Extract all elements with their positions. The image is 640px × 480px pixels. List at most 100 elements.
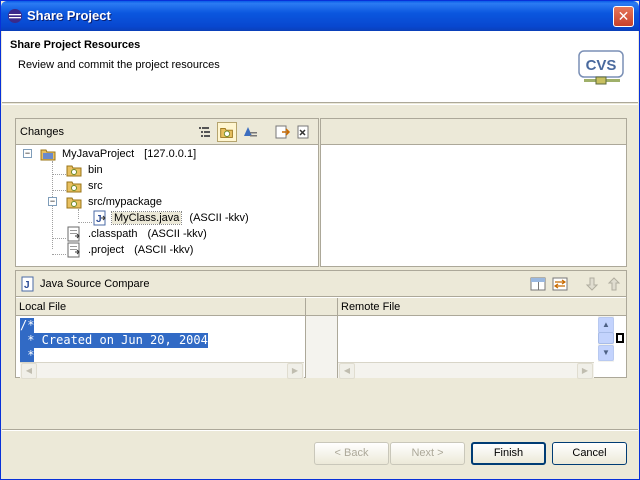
page-title: Share Project Resources xyxy=(10,39,141,51)
tree-item-classpath[interactable]: .classpath (ASCII -kkv) xyxy=(66,226,209,242)
project-folder-icon xyxy=(40,149,56,161)
folder-icon xyxy=(66,197,82,209)
header-separator xyxy=(2,104,638,105)
java-source-compare-panel: J Java Source Compare Local File Remote … xyxy=(15,270,627,379)
tree-mode-button[interactable] xyxy=(194,122,214,142)
scroll-up-button[interactable]: ▲ xyxy=(598,317,614,333)
vertical-scrollbar[interactable]: ▲ ▼ xyxy=(598,316,614,362)
collapse-all-button[interactable] xyxy=(294,122,314,142)
scroll-thumb[interactable] xyxy=(598,332,614,344)
changes-label: Changes xyxy=(20,126,65,138)
previous-difference-button[interactable] xyxy=(604,274,624,294)
tree-item-myclass-java[interactable]: J MyClass.java (ASCII -kkv) xyxy=(92,210,251,226)
expand-icon xyxy=(275,125,291,139)
compare-column-headers: Local File Remote File xyxy=(16,298,626,316)
footer-separator xyxy=(2,430,638,431)
file-icon xyxy=(67,242,80,258)
tree-line xyxy=(52,254,66,255)
scroll-down-button[interactable]: ▼ xyxy=(598,345,614,361)
compare-label: Java Source Compare xyxy=(40,278,150,290)
compare-gutter xyxy=(305,316,338,378)
back-button[interactable]: < Back xyxy=(314,442,389,465)
page-description: Review and commit the project resources xyxy=(18,59,220,71)
arrow-down-icon xyxy=(585,277,599,291)
tree-item-extra: (ASCII -kkv) xyxy=(134,244,194,256)
collapse-toggle[interactable]: − xyxy=(23,149,32,158)
sort-icon xyxy=(244,127,257,137)
title-bar[interactable]: Share Project ✕ xyxy=(1,1,639,31)
remote-horizontal-scrollbar[interactable]: ◀ ▶ xyxy=(338,362,594,379)
tree-line xyxy=(52,238,66,239)
eclipse-icon xyxy=(8,9,22,23)
expand-all-button[interactable] xyxy=(272,122,292,142)
column-divider xyxy=(305,298,306,316)
scroll-left-button[interactable]: ◀ xyxy=(21,363,37,379)
cvs-logo-icon: CVS xyxy=(578,50,624,85)
local-file-header: Local File xyxy=(19,301,67,313)
tree-item-bin[interactable]: bin xyxy=(66,162,105,178)
folder-icon xyxy=(66,165,82,177)
close-icon: ✕ xyxy=(617,8,630,24)
tree-line xyxy=(78,209,79,219)
changes-panel: Changes − − MyJavaProject [127.0.0.1] bi… xyxy=(15,118,319,267)
compressed-folder-icon xyxy=(220,127,233,138)
tree-item-extra: (ASCII -kkv) xyxy=(147,228,207,240)
share-project-dialog: Share Project ✕ Share Project Resources … xyxy=(0,0,640,480)
changes-toolbar: Changes xyxy=(16,119,318,145)
next-button[interactable]: Next > xyxy=(390,442,465,465)
tree-item-src[interactable]: src xyxy=(66,178,105,194)
wizard-header: Share Project Resources Review and commi… xyxy=(2,31,638,103)
remote-file-header: Remote File xyxy=(341,301,401,313)
next-difference-button[interactable] xyxy=(582,274,602,294)
tree-item-extra: [127.0.0.1] xyxy=(144,148,197,160)
cancel-button[interactable]: Cancel xyxy=(552,442,627,465)
scroll-right-button[interactable]: ▶ xyxy=(577,363,593,379)
folder-icon xyxy=(66,181,82,193)
file-icon xyxy=(67,226,80,242)
tree-line xyxy=(52,190,66,191)
details-panel xyxy=(320,118,627,267)
finish-button[interactable]: Finish xyxy=(471,442,546,465)
svg-text:J: J xyxy=(96,214,102,225)
show-ancestor-button[interactable] xyxy=(528,274,548,294)
tree-item-extra: (ASCII -kkv) xyxy=(189,212,249,224)
tree-item-src-mypackage[interactable]: src/mypackage xyxy=(66,194,164,210)
compare-toolbar: J Java Source Compare xyxy=(16,271,626,297)
tree-line xyxy=(78,222,92,223)
java-file-icon: J xyxy=(93,210,106,226)
copy-all-button[interactable] xyxy=(550,274,570,294)
scroll-left-button[interactable]: ◀ xyxy=(339,363,355,379)
tree-item-label: MyClass.java xyxy=(110,211,183,225)
collapse-toggle[interactable]: − xyxy=(48,197,57,206)
local-horizontal-scrollbar[interactable]: ◀ ▶ xyxy=(20,362,304,379)
arrow-up-icon xyxy=(607,277,621,291)
tree-item-label: .project xyxy=(88,244,125,256)
ancestor-pane-icon xyxy=(530,277,546,291)
tree-item-project[interactable]: MyJavaProject [127.0.0.1] xyxy=(40,146,198,162)
tree-item-label: bin xyxy=(88,164,103,176)
tree-item-label: src/mypackage xyxy=(88,196,162,208)
tree-item-label: .classpath xyxy=(88,228,138,240)
tree-item-label: src xyxy=(88,180,103,192)
collapse-icon xyxy=(297,125,309,139)
cvs-logo-text: CVS xyxy=(586,57,617,74)
tree-item-project-file[interactable]: .project (ASCII -kkv) xyxy=(66,242,195,258)
window-title: Share Project xyxy=(27,8,111,23)
close-button[interactable]: ✕ xyxy=(613,6,634,27)
details-panel-header xyxy=(321,119,626,145)
remote-file-editor[interactable] xyxy=(338,316,598,362)
column-divider xyxy=(337,298,338,316)
code-line: * xyxy=(20,348,35,362)
tree-layout-icon xyxy=(199,127,210,137)
scroll-right-button[interactable]: ▶ xyxy=(287,363,303,379)
code-line: * Created on Jun 20, 2004 xyxy=(20,333,208,348)
tree-item-label: MyJavaProject xyxy=(62,148,135,160)
local-file-editor[interactable]: /* * Created on Jun 20, 2004 * xyxy=(20,318,304,362)
sort-button[interactable] xyxy=(240,122,260,142)
java-compare-icon: J xyxy=(21,276,34,292)
overview-ruler-marker[interactable] xyxy=(616,333,624,343)
tree-line xyxy=(52,174,66,175)
compressed-folders-button[interactable] xyxy=(217,122,237,142)
copy-left-right-icon xyxy=(552,277,568,291)
svg-text:J: J xyxy=(24,280,30,291)
